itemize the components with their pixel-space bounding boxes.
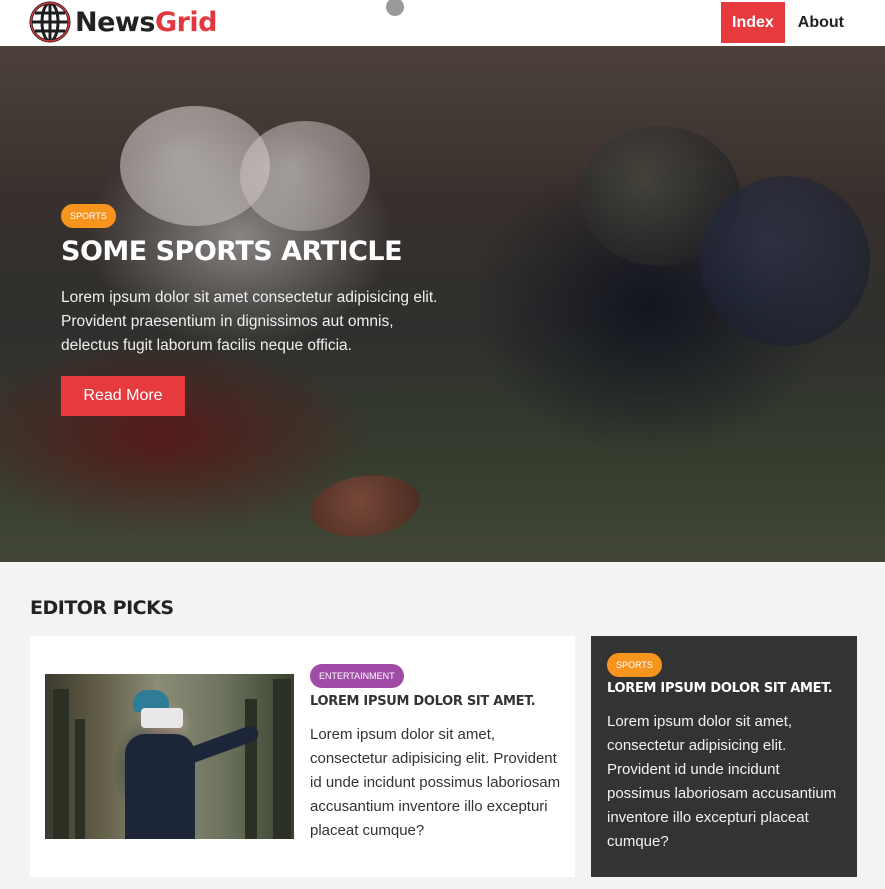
nav-item-index[interactable]: Index xyxy=(721,1,785,43)
image-person xyxy=(125,734,195,839)
hero-content: SPORTS Some Sports Article Lorem ipsum d… xyxy=(61,204,461,416)
image-tree xyxy=(75,719,85,839)
indicator-dot xyxy=(386,0,404,16)
site-logo[interactable]: NewsGrid xyxy=(29,1,218,43)
read-more-button[interactable]: Read More xyxy=(61,376,185,416)
site-header: NewsGrid Index About xyxy=(0,0,885,46)
image-tree xyxy=(273,679,291,839)
card-text: Lorem ipsum dolor sit amet, consectetur … xyxy=(310,726,561,839)
card-body: SPORTS Lorem ipsum dolor sit amet. Lorem… xyxy=(607,653,847,854)
category-badge[interactable]: ENTERTAINMENT xyxy=(310,664,404,688)
hero-banner: SPORTS Some Sports Article Lorem ipsum d… xyxy=(0,46,885,562)
nav-item-about[interactable]: About xyxy=(787,2,855,43)
editor-pick-card[interactable]: ENTERTAINMENT Lorem ipsum dolor sit amet… xyxy=(30,636,575,877)
image-tree xyxy=(53,689,69,839)
logo-word-grid: Grid xyxy=(154,6,218,38)
card-image[interactable] xyxy=(45,674,294,839)
logo-text: NewsGrid xyxy=(75,6,218,38)
card-text: Lorem ipsum dolor sit amet, consectetur … xyxy=(607,713,837,850)
hero-title: Some Sports Article xyxy=(61,236,403,267)
hero-image-shape xyxy=(700,176,870,346)
hero-image-football xyxy=(306,468,424,544)
image-vr-headset xyxy=(141,708,183,728)
hero-text: Lorem ipsum dolor sit amet consectetur a… xyxy=(61,289,438,354)
globe-icon xyxy=(29,1,71,43)
card-body: ENTERTAINMENT Lorem ipsum dolor sit amet… xyxy=(310,664,565,843)
editor-pick-side-card[interactable]: SPORTS Lorem ipsum dolor sit amet. Lorem… xyxy=(591,636,857,877)
editor-picks-heading: Editor Picks xyxy=(30,597,174,619)
main-nav: Index About xyxy=(721,0,855,44)
logo-word-news: News xyxy=(75,6,155,38)
card-title[interactable]: Lorem ipsum dolor sit amet. xyxy=(310,694,565,709)
hero-category-badge[interactable]: SPORTS xyxy=(61,204,116,228)
category-badge[interactable]: SPORTS xyxy=(607,653,662,677)
card-title[interactable]: Lorem ipsum dolor sit amet. xyxy=(607,681,847,696)
image-tree xyxy=(245,699,257,839)
